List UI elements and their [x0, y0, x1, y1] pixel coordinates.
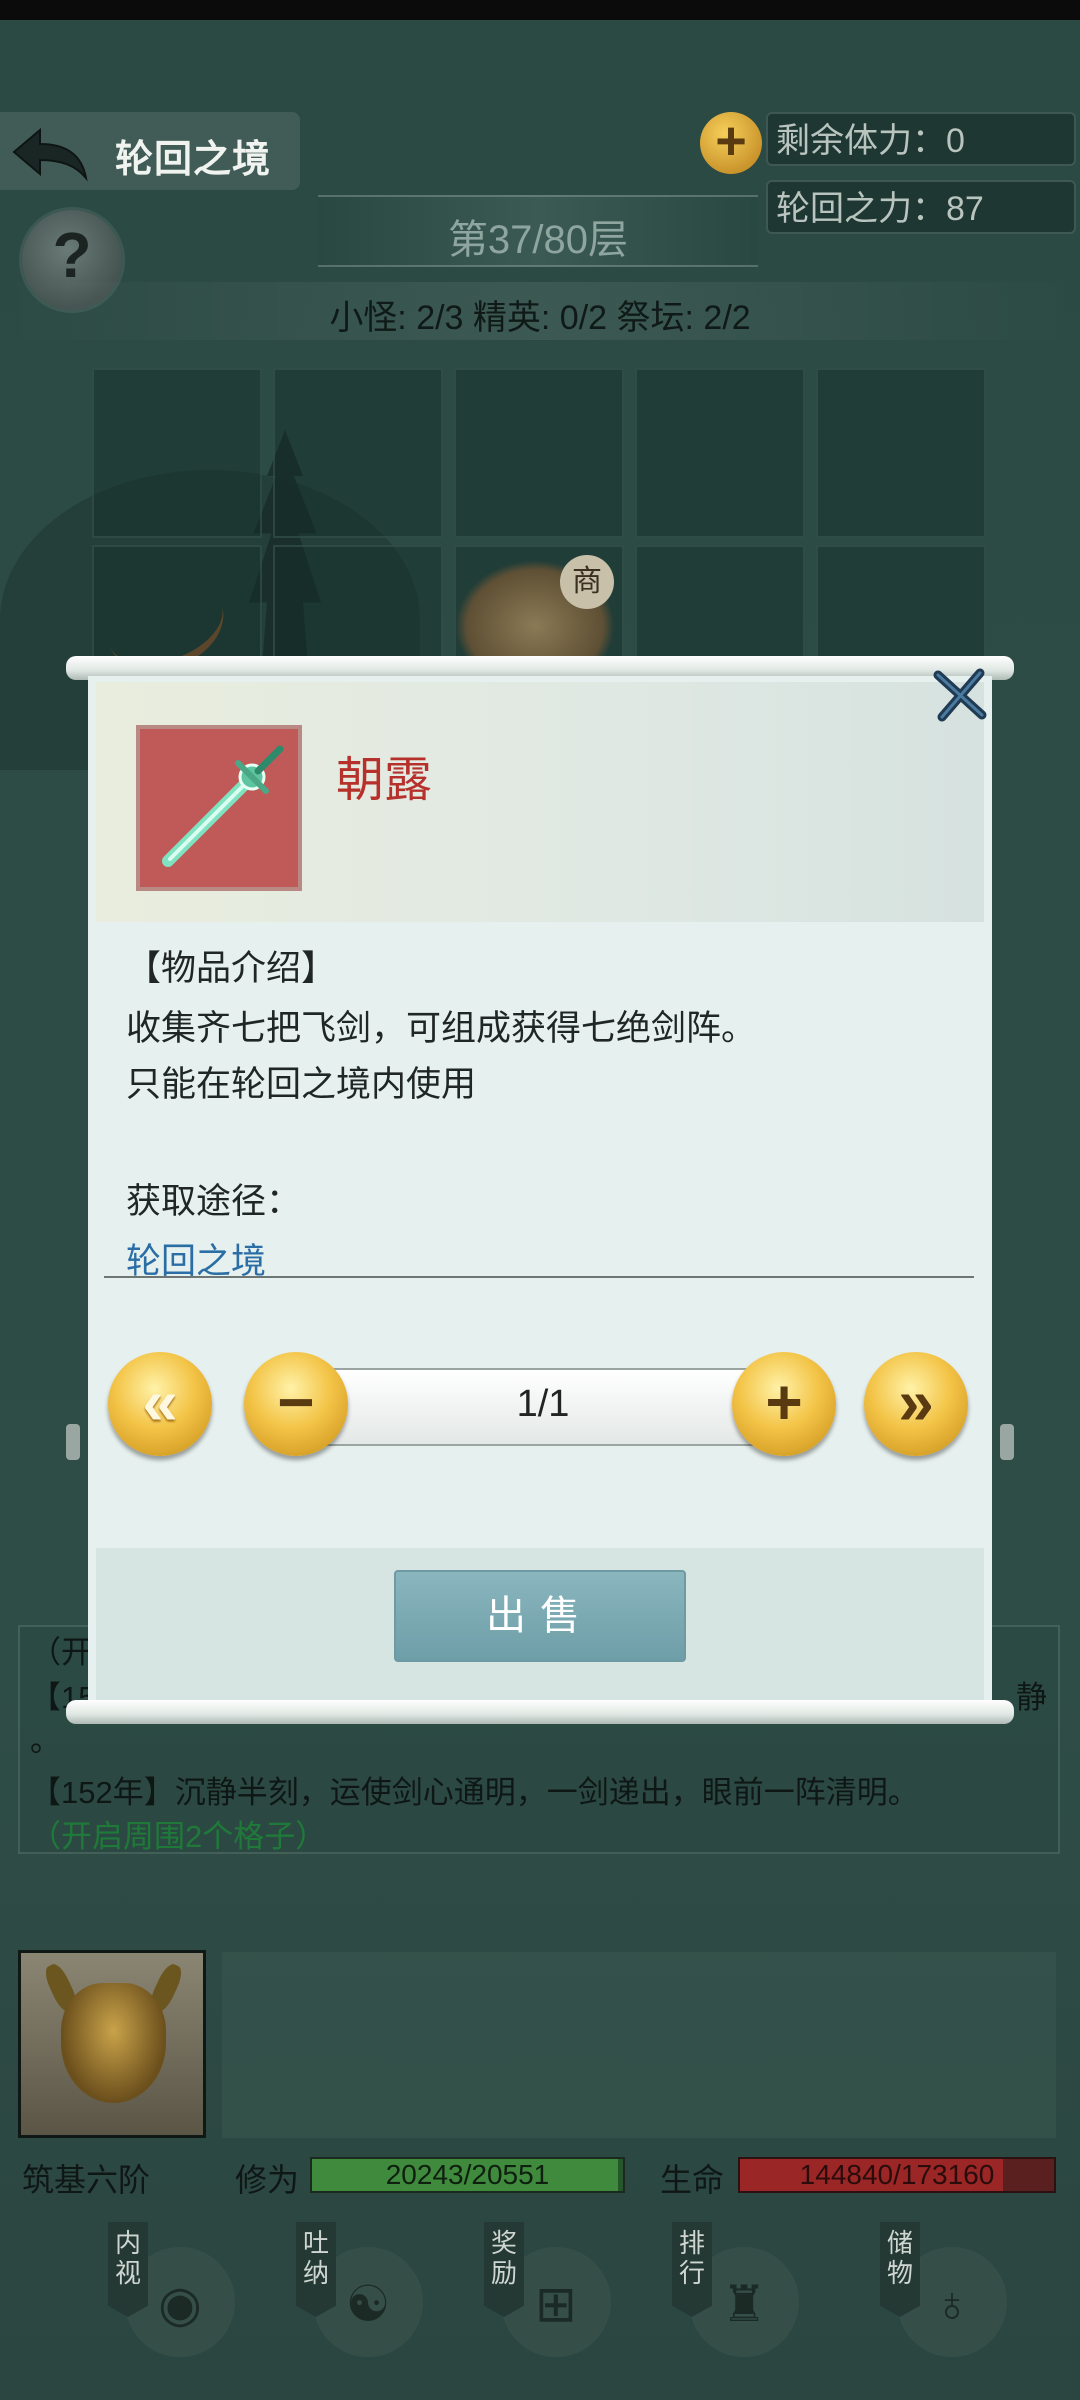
minus-icon: −: [277, 1366, 315, 1438]
nav-label: 奖励: [490, 2228, 517, 2288]
back-arrow-icon: [12, 127, 88, 182]
plus-icon: +: [765, 1366, 803, 1438]
nav-breathing[interactable]: 吐纳 ☯: [268, 2222, 423, 2362]
question-icon: ?: [52, 219, 92, 291]
floor-label: 第37/80层: [447, 218, 629, 262]
scroll-peg-left: [66, 1424, 80, 1460]
hp-value: 144840/173160: [799, 2159, 995, 2190]
sell-button[interactable]: 出售: [394, 1570, 686, 1662]
item-name: 朝露: [336, 754, 433, 807]
nav-label: 排行: [678, 2228, 705, 2288]
meditation-icon: ☯: [345, 2276, 391, 2332]
board-cell[interactable]: [635, 368, 805, 538]
player-avatar[interactable]: [18, 1950, 206, 2138]
nav-label: 吐纳: [302, 2228, 329, 2288]
quantity-min-button[interactable]: «: [108, 1352, 212, 1456]
quantity-minus-button[interactable]: −: [244, 1352, 348, 1456]
item-intro-title: 【物品介绍】: [126, 949, 337, 988]
gift-icon: ⊞: [535, 2276, 577, 2332]
merchant-tag: 商: [560, 555, 614, 609]
sell-label: 出售: [486, 1594, 594, 1638]
source-title: 获取途径：: [126, 1182, 302, 1221]
nav-ranking[interactable]: 排行 ♜: [644, 2222, 799, 2362]
item-description-line: 只能在轮回之境内使用: [126, 1065, 477, 1104]
log-line: （开: [30, 1635, 92, 1670]
add-stamina-button[interactable]: +: [700, 111, 762, 174]
sword-icon: [162, 745, 284, 867]
divider: [104, 1276, 974, 1278]
board-cell[interactable]: [816, 368, 986, 538]
board-cell[interactable]: [273, 368, 443, 538]
hp-bar: 144840/173160: [738, 2157, 1056, 2193]
status-bar: [0, 0, 1080, 20]
reincarnation-power-display: 轮回之力：87: [766, 180, 1076, 234]
player-info-box: [222, 1952, 1056, 2138]
mask-shape: [61, 1983, 166, 2103]
nav-inner-sight[interactable]: 内视 ◉: [80, 2222, 235, 2362]
quantity-plus-button[interactable]: +: [732, 1352, 836, 1456]
close-button[interactable]: [930, 665, 990, 725]
double-chevron-right-icon: »: [898, 1366, 934, 1438]
cultivation-value: 20243/20551: [385, 2159, 550, 2190]
nav-label: 内视: [114, 2228, 141, 2288]
log-line: 。: [30, 1723, 61, 1758]
eye-icon: ◉: [158, 2276, 202, 2332]
item-description-line: 收集齐七把飞剑，可组成获得七绝剑阵。: [126, 1009, 757, 1048]
cultivation-bar: 20243/20551: [310, 2157, 625, 2193]
cultivation-label: 修为: [235, 2162, 300, 2198]
nav-label: 储物: [886, 2228, 913, 2288]
back-button[interactable]: 轮回之境: [0, 112, 300, 190]
enemy-counts-text: 小怪: 2/3 精英: 0/2 祭坛: 2/2: [329, 299, 751, 337]
scroll-rod-bottom: [66, 1700, 1014, 1724]
bag-icon: ♁: [933, 2276, 971, 2332]
item-icon-frame: [136, 725, 302, 891]
nav-storage[interactable]: 储物 ♁: [852, 2222, 1007, 2362]
close-icon: [933, 668, 987, 722]
quantity-max-button[interactable]: »: [864, 1352, 968, 1456]
realm-label: 筑基六阶: [22, 2162, 151, 2198]
plus-icon: +: [715, 111, 747, 171]
nav-rewards[interactable]: 奖励 ⊞: [456, 2222, 611, 2362]
scroll-peg-right: [1000, 1424, 1014, 1460]
board-cell[interactable]: [454, 368, 624, 538]
double-chevron-left-icon: «: [142, 1366, 178, 1438]
log-line: 【152年】沉静半刻，运使剑心通明，一剑递出，眼前一阵清明。: [30, 1775, 919, 1810]
screen-title: 轮回之境: [115, 139, 272, 181]
stamina-display: 剩余体力：0: [766, 112, 1076, 166]
ranking-icon: ♜: [721, 2276, 767, 2332]
log-line-fragment: 静: [1016, 1680, 1047, 1715]
hp-label: 生命: [660, 2162, 725, 2198]
enemy-counts: 小怪: 2/3 精英: 0/2 祭坛: 2/2: [0, 282, 1080, 340]
board-cell[interactable]: [92, 368, 262, 538]
log-note: （开启周围2个格子）: [30, 1819, 327, 1854]
floor-banner: 第37/80层: [318, 195, 758, 267]
quantity-value: 1/1: [516, 1383, 570, 1425]
